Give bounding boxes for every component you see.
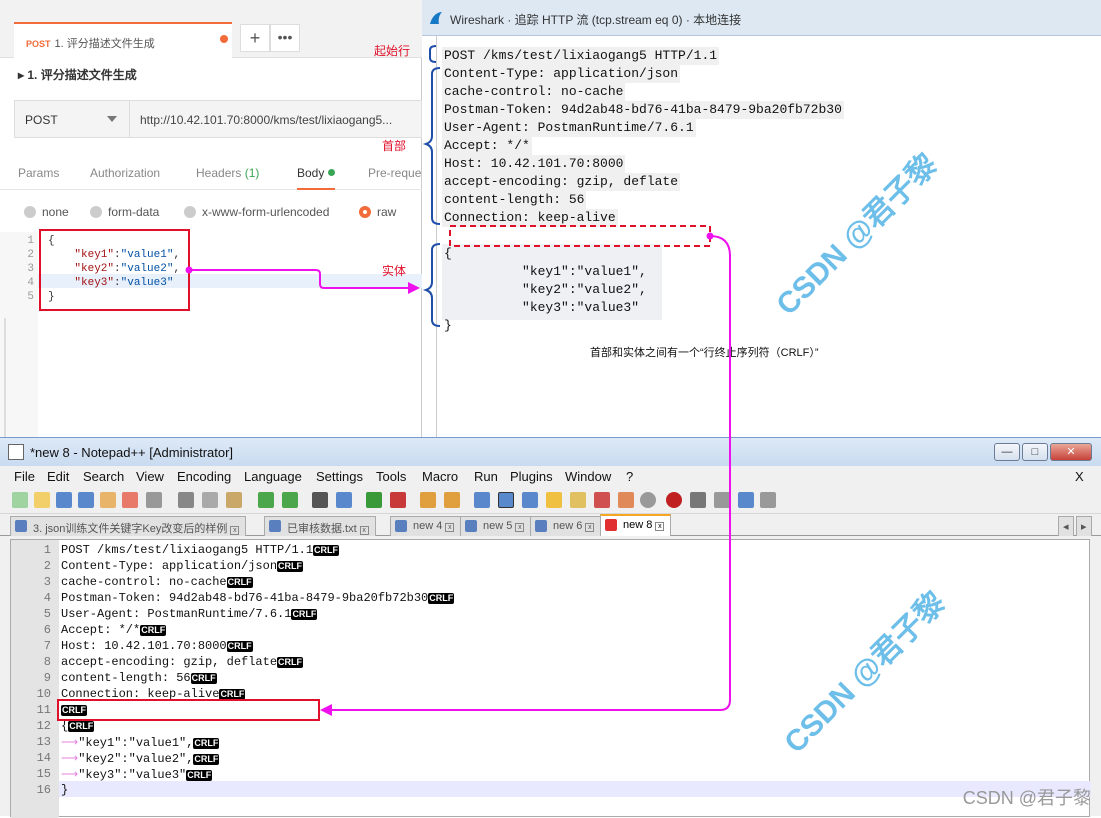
crlf-arrow-start-icon [706, 232, 714, 240]
entity-bracket [422, 243, 441, 327]
start-line-bracket [429, 45, 437, 63]
entity-arrow-start-icon [185, 266, 193, 274]
crlf-arrow-path [330, 235, 731, 711]
headers-bracket [422, 67, 441, 225]
notepad-crlf-box [57, 699, 320, 721]
crlf-dashed-box [449, 225, 711, 247]
postman-body-box [39, 229, 190, 311]
crlf-arrow-head-icon [320, 704, 332, 716]
entity-arrow-head-icon [408, 282, 420, 294]
annotation-overlay [39, 45, 731, 721]
entity-arrow-path [189, 269, 410, 289]
